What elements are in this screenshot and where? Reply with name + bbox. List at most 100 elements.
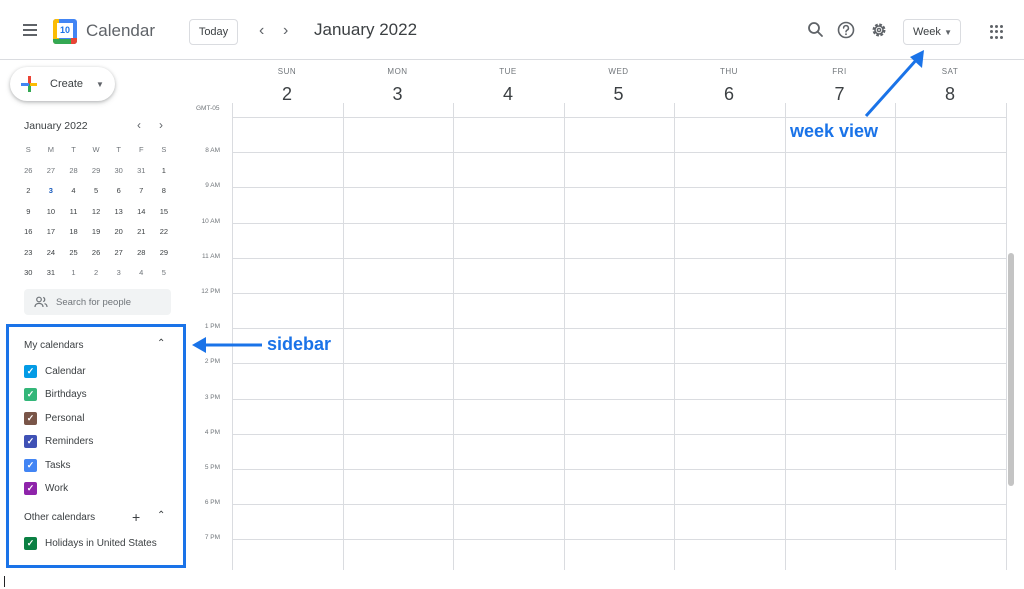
mini-calendar-day[interactable]: 10 xyxy=(40,202,63,223)
hour-divider xyxy=(232,187,1006,188)
mini-calendar-day[interactable]: 24 xyxy=(40,243,63,264)
mini-calendar-day[interactable]: 22 xyxy=(153,222,176,243)
mini-calendar-day[interactable]: 15 xyxy=(153,202,176,223)
mini-calendar-day[interactable]: 3 xyxy=(107,263,130,284)
view-selector[interactable]: Week ▼ xyxy=(903,19,961,45)
mini-calendar-day[interactable]: 13 xyxy=(107,202,130,223)
calendar-item-holidays-in-united-states[interactable]: ✓ Holidays in United States xyxy=(24,535,157,551)
search-icon[interactable] xyxy=(806,20,826,40)
mini-calendar-day[interactable]: 14 xyxy=(130,202,153,223)
calendar-item-label: Tasks xyxy=(45,459,71,471)
calendar-item-reminders[interactable]: ✓ Reminders xyxy=(24,434,93,450)
day-column-header[interactable]: MON 3 xyxy=(343,67,453,105)
mini-calendar-day[interactable]: 7 xyxy=(130,181,153,202)
checkbox-checked-icon[interactable]: ✓ xyxy=(24,388,37,401)
mini-calendar-day[interactable]: 31 xyxy=(130,161,153,182)
mini-calendar-day[interactable]: 31 xyxy=(40,263,63,284)
mini-prev-month-icon[interactable]: ‹ xyxy=(137,118,141,132)
mini-calendar-day[interactable]: 2 xyxy=(85,263,108,284)
mini-calendar-day[interactable]: 21 xyxy=(130,222,153,243)
day-column-header[interactable]: TUE 4 xyxy=(453,67,563,105)
mini-calendar-day[interactable]: 20 xyxy=(107,222,130,243)
chevron-right-icon[interactable]: › xyxy=(283,22,288,40)
mini-calendar-day[interactable]: 23 xyxy=(17,243,40,264)
calendar-item-label: Calendar xyxy=(45,365,86,377)
mini-calendar-day[interactable]: 26 xyxy=(85,243,108,264)
chevron-up-icon[interactable]: ⌃ xyxy=(157,510,165,521)
day-column-divider xyxy=(564,103,565,570)
mini-calendar-day[interactable]: 8 xyxy=(153,181,176,202)
checkbox-checked-icon[interactable]: ✓ xyxy=(24,482,37,495)
mini-next-month-icon[interactable]: › xyxy=(159,118,163,132)
hour-divider xyxy=(232,399,1006,400)
apps-grid-icon[interactable] xyxy=(990,25,1004,39)
mini-calendar-day[interactable]: 29 xyxy=(153,243,176,264)
mini-calendar-day[interactable]: 18 xyxy=(62,222,85,243)
add-calendar-icon[interactable]: + xyxy=(132,509,140,525)
day-column-header[interactable]: SUN 2 xyxy=(232,67,342,105)
mini-weekday-label: M xyxy=(47,145,55,154)
mini-calendar-day[interactable]: 4 xyxy=(62,181,85,202)
mini-calendar-day[interactable]: 27 xyxy=(107,243,130,264)
mini-calendar-day[interactable]: 30 xyxy=(107,161,130,182)
mini-calendar-day[interactable]: 28 xyxy=(130,243,153,264)
mini-calendar-day[interactable]: 5 xyxy=(85,181,108,202)
mini-weekday-label: T xyxy=(71,145,76,154)
mini-calendar-day[interactable]: 28 xyxy=(62,161,85,182)
create-button[interactable]: Create ▼ xyxy=(10,67,115,101)
calendar-item-personal[interactable]: ✓ Personal xyxy=(24,410,84,426)
hamburger-menu-icon[interactable] xyxy=(18,18,42,42)
day-number[interactable]: 6 xyxy=(674,84,784,105)
day-number[interactable]: 4 xyxy=(453,84,563,105)
calendar-item-work[interactable]: ✓ Work xyxy=(24,481,68,497)
calendar-item-tasks[interactable]: ✓ Tasks xyxy=(24,457,71,473)
mini-calendar-day[interactable]: 11 xyxy=(62,202,85,223)
checkbox-checked-icon[interactable]: ✓ xyxy=(24,458,37,472)
day-number[interactable]: 5 xyxy=(564,84,674,105)
week-view-annotation: week view xyxy=(790,121,879,141)
mini-calendar-day[interactable]: 29 xyxy=(85,161,108,182)
chevron-left-icon[interactable]: ‹ xyxy=(259,22,264,40)
week-view-arrow xyxy=(864,50,924,118)
calendar-item-label: Personal xyxy=(45,412,85,424)
checkbox-checked-icon[interactable]: ✓ xyxy=(24,411,37,425)
mini-calendar-day[interactable]: 6 xyxy=(107,181,130,202)
mini-calendar-day[interactable]: 2 xyxy=(17,181,40,202)
day-number[interactable]: 3 xyxy=(343,84,453,105)
mini-calendar-day[interactable]: 30 xyxy=(17,263,40,284)
mini-calendar-day[interactable]: 5 xyxy=(153,263,176,284)
search-people-field[interactable]: Search for people xyxy=(24,289,171,315)
mini-calendar-day[interactable]: 19 xyxy=(85,222,108,243)
calendar-item-calendar[interactable]: ✓ Calendar xyxy=(24,363,86,379)
mini-calendar-day[interactable]: 16 xyxy=(17,222,40,243)
mini-calendar-day[interactable]: 26 xyxy=(17,161,40,182)
mini-calendar-day[interactable]: 3 xyxy=(40,181,63,202)
mini-calendar-day[interactable]: 27 xyxy=(40,161,63,182)
text-cursor xyxy=(4,576,5,587)
vertical-scrollbar[interactable] xyxy=(1008,253,1014,486)
hour-divider xyxy=(232,152,1006,153)
mini-calendar-day[interactable]: 1 xyxy=(62,263,85,284)
mini-calendar-day[interactable]: 1 xyxy=(153,161,176,182)
current-month-title: January 2022 xyxy=(314,20,418,39)
gear-icon[interactable] xyxy=(869,20,889,40)
my-calendars-title: My calendars xyxy=(24,340,84,351)
day-number[interactable]: 2 xyxy=(232,84,342,105)
mini-calendar-day[interactable]: 9 xyxy=(17,202,40,223)
checkbox-checked-icon[interactable]: ✓ xyxy=(24,536,37,550)
calendar-item-birthdays[interactable]: ✓ Birthdays xyxy=(24,387,87,403)
view-selector-label: Week xyxy=(913,26,941,38)
mini-calendar-day[interactable]: 4 xyxy=(130,263,153,284)
day-column-header[interactable]: THU 6 xyxy=(674,67,784,105)
help-icon[interactable] xyxy=(836,20,856,40)
mini-calendar-day[interactable]: 25 xyxy=(62,243,85,264)
day-of-week-label: SUN xyxy=(277,67,297,76)
checkbox-checked-icon[interactable]: ✓ xyxy=(24,435,37,448)
mini-calendar-day[interactable]: 12 xyxy=(85,202,108,223)
calendar-item-label: Birthdays xyxy=(45,389,87,400)
day-column-header[interactable]: WED 5 xyxy=(564,67,674,105)
mini-calendar-day[interactable]: 17 xyxy=(40,222,63,243)
chevron-up-icon[interactable]: ⌃ xyxy=(157,338,165,349)
checkbox-checked-icon[interactable]: ✓ xyxy=(24,364,37,378)
today-button[interactable]: Today xyxy=(189,19,238,45)
